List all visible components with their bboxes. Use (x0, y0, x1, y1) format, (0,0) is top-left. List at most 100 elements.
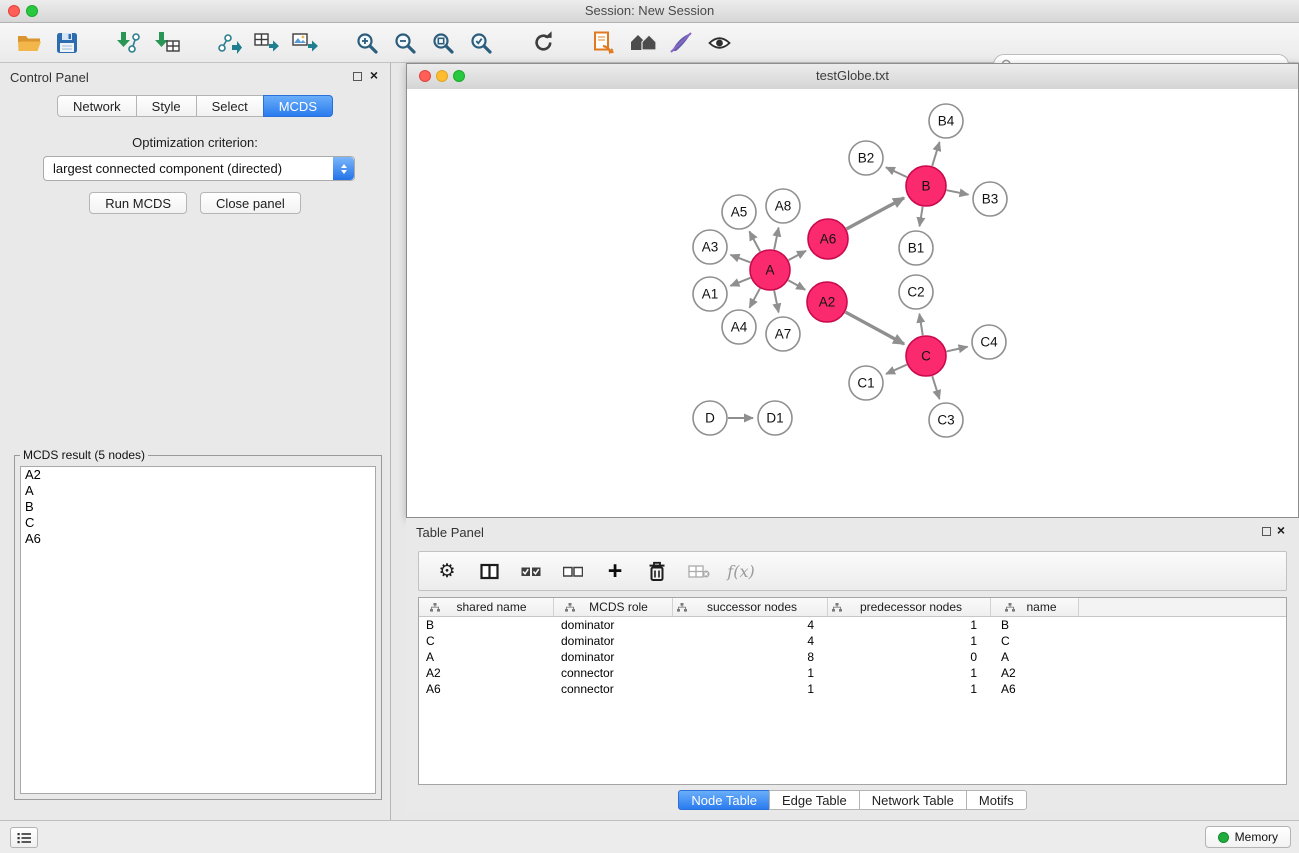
graph-edge[interactable] (932, 376, 939, 399)
select-all-icon (521, 565, 541, 578)
criterion-dropdown[interactable]: largest connected component (directed) (43, 156, 355, 181)
table-cell: 4 (673, 634, 828, 648)
save-icon (56, 32, 78, 54)
graph-edge[interactable] (946, 347, 967, 352)
export-network-button[interactable] (210, 26, 248, 60)
run-mcds-button[interactable]: Run MCDS (89, 192, 187, 214)
close-table-panel-button[interactable]: × (1273, 522, 1289, 538)
graph-edge[interactable] (932, 142, 939, 166)
mcds-result-list[interactable]: A2ABCA6 (20, 466, 376, 794)
add-column-button[interactable]: + (597, 555, 633, 587)
close-panel-button[interactable]: × (366, 67, 382, 83)
toggle-details-button[interactable] (700, 26, 738, 60)
delete-column-button[interactable] (639, 555, 675, 587)
zoom-selected-button[interactable] (462, 26, 500, 60)
tab-select[interactable]: Select (196, 95, 264, 117)
table-row[interactable]: A2connector11A2 (419, 665, 1286, 681)
graph-edge[interactable] (749, 231, 760, 251)
tab-network[interactable]: Network (57, 95, 137, 117)
result-item[interactable]: A2 (21, 467, 375, 483)
delete-table-button[interactable] (681, 555, 717, 587)
network-canvas[interactable]: B4B2BB3A5A8A6A3B1AC2A1A2A4A7C4CC1DD1C3 (407, 89, 1298, 517)
close-window-button[interactable] (8, 5, 20, 17)
zoom-in-button[interactable] (348, 26, 386, 60)
float-panel-button[interactable] (353, 72, 362, 81)
table-body: Bdominator41BCdominator41CAdominator80AA… (419, 617, 1286, 697)
column-header[interactable]: MCDS role (554, 598, 673, 616)
apply-layout-button[interactable] (586, 26, 624, 60)
table-row[interactable]: Adominator80A (419, 649, 1286, 665)
graph-node-label: A6 (820, 232, 837, 247)
open-style-button[interactable] (662, 26, 700, 60)
import-table-button[interactable] (148, 26, 186, 60)
table-cell: 1 (673, 682, 828, 696)
float-table-panel-button[interactable] (1262, 527, 1271, 536)
table-row[interactable]: Cdominator41C (419, 633, 1286, 649)
column-header[interactable]: predecessor nodes (828, 598, 991, 616)
graph-edge[interactable] (947, 190, 969, 194)
function-builder-button[interactable]: f(x) (723, 555, 759, 587)
graph-edge[interactable] (731, 255, 751, 263)
zoom-fit-button[interactable] (424, 26, 462, 60)
open-session-button[interactable] (10, 26, 48, 60)
import-network-button[interactable] (110, 26, 148, 60)
select-all-button[interactable] (513, 555, 549, 587)
tab-style[interactable]: Style (136, 95, 197, 117)
result-item[interactable]: A6 (21, 531, 375, 547)
list-icon (17, 832, 32, 844)
graph-node-label: A3 (702, 240, 719, 255)
graph-edge[interactable] (788, 280, 805, 289)
table-row[interactable]: Bdominator41B (419, 617, 1286, 633)
graph-edge[interactable] (845, 312, 904, 344)
graph-node-label: B3 (982, 192, 999, 207)
result-item[interactable]: B (21, 499, 375, 515)
fx-icon: f(x) (727, 562, 754, 581)
close-view-button[interactable] (419, 70, 431, 82)
graph-edge[interactable] (846, 198, 904, 229)
zoom-view-button[interactable] (453, 70, 465, 82)
result-item[interactable]: A (21, 483, 375, 499)
graph-edge[interactable] (919, 314, 922, 336)
criterion-selected-value: largest connected component (directed) (53, 161, 282, 176)
close-panel-button-mcds[interactable]: Close panel (200, 192, 301, 214)
column-header[interactable]: name (991, 598, 1079, 616)
graph-edge[interactable] (920, 207, 923, 227)
tab-edge-table[interactable]: Edge Table (769, 790, 860, 810)
graph-edge[interactable] (789, 251, 806, 260)
network-graph: B4B2BB3A5A8A6A3B1AC2A1A2A4A7C4CC1DD1C3 (407, 89, 1298, 517)
export-table-icon (254, 31, 280, 54)
tab-motifs[interactable]: Motifs (966, 790, 1027, 810)
zoom-out-button[interactable] (386, 26, 424, 60)
zoom-window-button[interactable] (26, 5, 38, 17)
column-header[interactable]: successor nodes (673, 598, 828, 616)
graph-edge[interactable] (774, 228, 778, 250)
table-cell: 1 (828, 666, 991, 680)
refresh-button[interactable] (524, 26, 562, 60)
tab-node-table[interactable]: Node Table (678, 790, 770, 810)
deselect-all-button[interactable] (555, 555, 591, 587)
graph-edge[interactable] (774, 291, 778, 313)
export-table-button[interactable] (248, 26, 286, 60)
column-header[interactable]: shared name (419, 598, 554, 616)
graph-edge[interactable] (750, 288, 760, 307)
result-item[interactable]: C (21, 515, 375, 531)
table-cell: A6 (991, 682, 1079, 696)
fit-content-button[interactable] (624, 26, 662, 60)
export-image-button[interactable] (286, 26, 324, 60)
table-cell: A (991, 650, 1079, 664)
node-table[interactable]: shared nameMCDS rolesuccessor nodesprede… (418, 597, 1287, 785)
graph-node-label: A (765, 263, 774, 278)
graph-edge[interactable] (730, 278, 750, 286)
show-columns-button[interactable] (471, 555, 507, 587)
memory-button[interactable]: Memory (1205, 826, 1291, 848)
graph-edge[interactable] (886, 167, 907, 177)
minimize-view-button[interactable] (436, 70, 448, 82)
tab-network-table[interactable]: Network Table (859, 790, 967, 810)
save-session-button[interactable] (48, 26, 86, 60)
graph-edge[interactable] (886, 365, 907, 374)
tab-mcds[interactable]: MCDS (263, 95, 333, 117)
network-window-titlebar[interactable]: testGlobe.txt (407, 64, 1298, 90)
table-row[interactable]: A6connector11A6 (419, 681, 1286, 697)
table-settings-button[interactable]: ⚙ (429, 555, 465, 587)
task-history-button[interactable] (10, 827, 38, 848)
